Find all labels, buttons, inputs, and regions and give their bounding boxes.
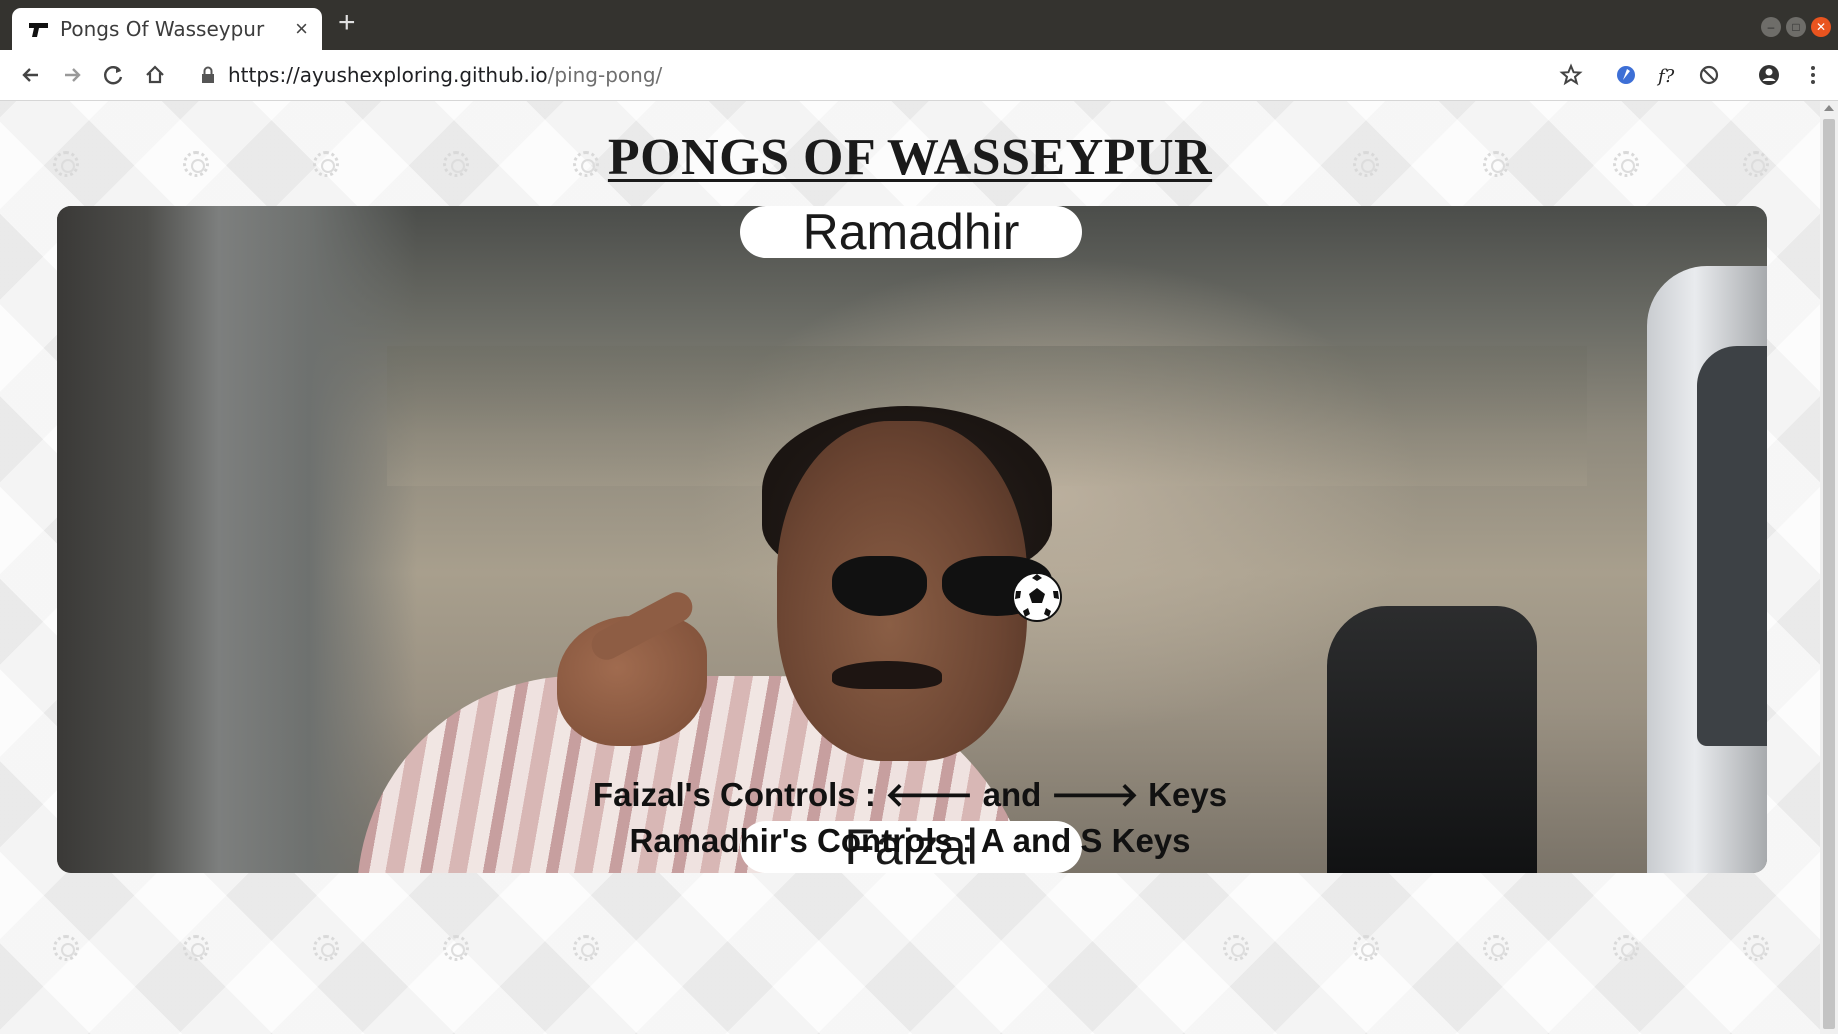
pistol-icon [29, 23, 48, 37]
menu-icon[interactable] [1798, 60, 1828, 90]
scrollbar-thumb[interactable] [1823, 119, 1835, 1029]
minimize-icon[interactable]: – [1761, 17, 1781, 37]
page-title: PONGS OF WASSEYPUR [607, 129, 1213, 186]
reload-icon[interactable] [99, 60, 129, 90]
background-sun-icon [1483, 935, 1509, 961]
faizal-controls-prefix: Faizal's Controls : [592, 776, 885, 813]
scroll-up-arrow-icon[interactable] [1824, 105, 1834, 111]
back-icon[interactable] [16, 60, 46, 90]
faizal-controls-suffix: Keys [1139, 776, 1228, 813]
tab-pongs[interactable]: Pongs Of Wasseypur × [12, 8, 322, 50]
tab-bar: Pongs Of Wasseypur × + – □ ✕ [0, 0, 1838, 50]
tab-title: Pongs Of Wasseypur [60, 17, 265, 41]
right-arrow-key-icon: 🡒 [1050, 775, 1140, 814]
ramadhir-paddle: Ramadhir [740, 206, 1082, 258]
background-sunglasses-left [832, 556, 927, 616]
background-sun-icon [443, 935, 469, 961]
vertical-scrollbar[interactable] [1820, 101, 1838, 1034]
background-sun-icon [573, 935, 599, 961]
browser-toolbar: https://ayushexploring.github.io/ping-po… [0, 50, 1838, 101]
address-bar[interactable]: https://ayushexploring.github.io/ping-po… [228, 63, 662, 87]
background-sun-icon [53, 935, 79, 961]
svg-text:f?: f? [1656, 66, 1675, 87]
forward-icon[interactable] [57, 60, 87, 90]
background-sun-icon [1353, 935, 1379, 961]
left-arrow-key-icon: 🡐 [884, 775, 974, 814]
font-extension-icon[interactable]: f? [1653, 60, 1683, 90]
faizal-controls-text: Faizal's Controls : 🡐 and 🡒 Keys [0, 774, 1820, 814]
background-sun-icon [313, 935, 339, 961]
tab-close-icon[interactable]: × [295, 16, 308, 42]
maximize-icon[interactable]: □ [1786, 17, 1806, 37]
soccer-ball-icon [1012, 572, 1062, 622]
page-content: PONGS OF WASSEYPUR Ramadhir Faizal Faiza… [0, 101, 1820, 1034]
background-sun-icon [183, 935, 209, 961]
url-path: /ping-pong/ [547, 63, 663, 87]
background-sun-icon [1613, 935, 1639, 961]
faizal-controls-and: and [973, 776, 1051, 813]
home-icon[interactable] [140, 60, 170, 90]
game-arena: Ramadhir Faizal [57, 206, 1767, 873]
account-icon[interactable] [1754, 60, 1784, 90]
lock-icon[interactable] [200, 66, 216, 84]
extension-icon[interactable] [1611, 60, 1641, 90]
bookmark-star-icon[interactable] [1556, 60, 1586, 90]
history-blocker-icon[interactable] [1694, 60, 1724, 90]
background-jeep-window [1697, 346, 1767, 746]
background-mustache [832, 661, 942, 689]
new-tab-button[interactable]: + [338, 8, 356, 38]
background-sun-icon [1743, 935, 1769, 961]
background-sun-icon [1223, 935, 1249, 961]
url-host: https://ayushexploring.github.io [228, 63, 548, 87]
close-window-icon[interactable]: ✕ [1811, 17, 1831, 37]
background-door [57, 206, 417, 873]
ramadhir-controls-text: Ramadhir's Controls : A and S Keys [629, 822, 1191, 859]
